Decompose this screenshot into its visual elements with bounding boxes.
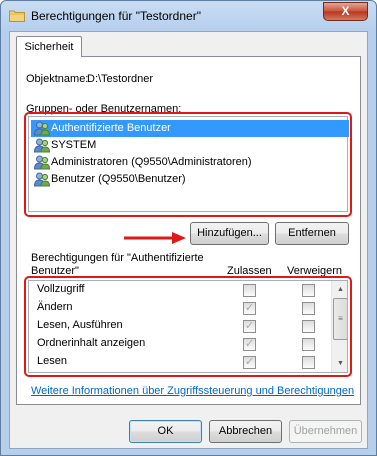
remove-button[interactable]: Entfernen bbox=[275, 222, 349, 245]
permission-row: Ändern ✓ bbox=[29, 299, 336, 317]
users-icon bbox=[34, 155, 50, 170]
scrollbar-thumb[interactable]: ≡ bbox=[333, 298, 347, 340]
allow-checkbox[interactable]: ✓ bbox=[243, 338, 256, 351]
permission-row bbox=[29, 371, 336, 372]
object-name-value: D:\Testordner bbox=[87, 73, 154, 85]
list-item-administrators[interactable]: Administratoren (Q9550\Administratoren) bbox=[31, 154, 252, 171]
apply-button: Übernehmen bbox=[289, 420, 362, 443]
object-name-label: Objektname: bbox=[26, 73, 89, 85]
list-item-users[interactable]: Benutzer (Q9550\Benutzer) bbox=[31, 171, 186, 188]
window-title: Berechtigungen für "Testordner" bbox=[31, 9, 201, 23]
close-button[interactable]: X bbox=[323, 2, 368, 21]
users-icon bbox=[34, 172, 50, 187]
deny-checkbox[interactable] bbox=[302, 338, 315, 351]
deny-checkbox[interactable] bbox=[302, 302, 315, 315]
ok-button[interactable]: OK bbox=[129, 420, 202, 443]
tab-security[interactable]: Sicherheit bbox=[16, 36, 82, 57]
permission-row: Lesen, Ausführen ✓ bbox=[29, 317, 336, 335]
permissions-dialog: Berechtigungen für "Testordner" X Sicher… bbox=[0, 0, 377, 456]
users-icon bbox=[34, 138, 50, 153]
deny-checkbox[interactable] bbox=[302, 320, 315, 333]
permission-label: Ändern bbox=[37, 301, 73, 313]
list-item-label: Authentifizierte Benutzer bbox=[51, 122, 171, 134]
security-tab-page: Objektname: D:\Testordner Gruppen- oder … bbox=[16, 56, 361, 405]
scroll-down-arrow-icon[interactable]: ▼ bbox=[332, 355, 347, 372]
permission-label: Lesen bbox=[37, 355, 67, 367]
deny-checkbox[interactable] bbox=[302, 356, 315, 369]
permission-row: Lesen ✓ bbox=[29, 353, 336, 371]
title-bar[interactable]: Berechtigungen für "Testordner" X bbox=[1, 1, 376, 31]
permission-row: Vollzugriff bbox=[29, 281, 336, 299]
list-item-label: SYSTEM bbox=[51, 139, 97, 151]
allow-checkbox[interactable] bbox=[243, 284, 256, 297]
permission-label: Lesen, Ausführen bbox=[37, 319, 123, 331]
permissions-scrollbar[interactable]: ▲ ≡ ▼ bbox=[331, 281, 347, 372]
permissions-list[interactable]: Vollzugriff Ändern ✓ Lesen, Ausführen ✓ Ordne… bbox=[28, 280, 348, 373]
annotation-arrow-icon bbox=[124, 232, 186, 244]
cancel-button[interactable]: Abbrechen bbox=[209, 420, 282, 443]
list-item-authenticated-users[interactable]: Authentifizierte Benutzer bbox=[31, 120, 349, 137]
dialog-body: Sicherheit Objektname: D:\Testordner Gru… bbox=[9, 31, 368, 449]
groups-listbox[interactable]: Authentifizierte Benutzer SYSTEM Adminis… bbox=[28, 116, 349, 212]
allow-checkbox[interactable]: ✓ bbox=[243, 302, 256, 315]
allow-checkbox[interactable]: ✓ bbox=[243, 320, 256, 333]
deny-checkbox[interactable] bbox=[302, 284, 315, 297]
scroll-up-arrow-icon[interactable]: ▲ bbox=[332, 281, 347, 298]
list-item-system[interactable]: SYSTEM bbox=[31, 137, 96, 154]
list-item-label: Administratoren (Q9550\Administratoren) bbox=[51, 156, 252, 168]
allow-checkbox[interactable]: ✓ bbox=[243, 356, 256, 369]
list-item-label: Benutzer (Q9550\Benutzer) bbox=[51, 173, 186, 185]
more-info-link[interactable]: Weitere Informationen über Zugriffssteue… bbox=[31, 385, 354, 397]
users-icon bbox=[34, 121, 50, 136]
folder-icon bbox=[9, 10, 25, 22]
permission-label: Ordnerinhalt anzeigen bbox=[37, 337, 146, 349]
close-icon: X bbox=[341, 4, 350, 18]
permissions-header-line1: Berechtigungen für "Authentifizierte bbox=[31, 252, 204, 264]
add-button[interactable]: Hinzufügen... bbox=[190, 222, 269, 245]
permission-label: Vollzugriff bbox=[37, 283, 85, 295]
permission-row: Ordnerinhalt anzeigen ✓ bbox=[29, 335, 336, 353]
